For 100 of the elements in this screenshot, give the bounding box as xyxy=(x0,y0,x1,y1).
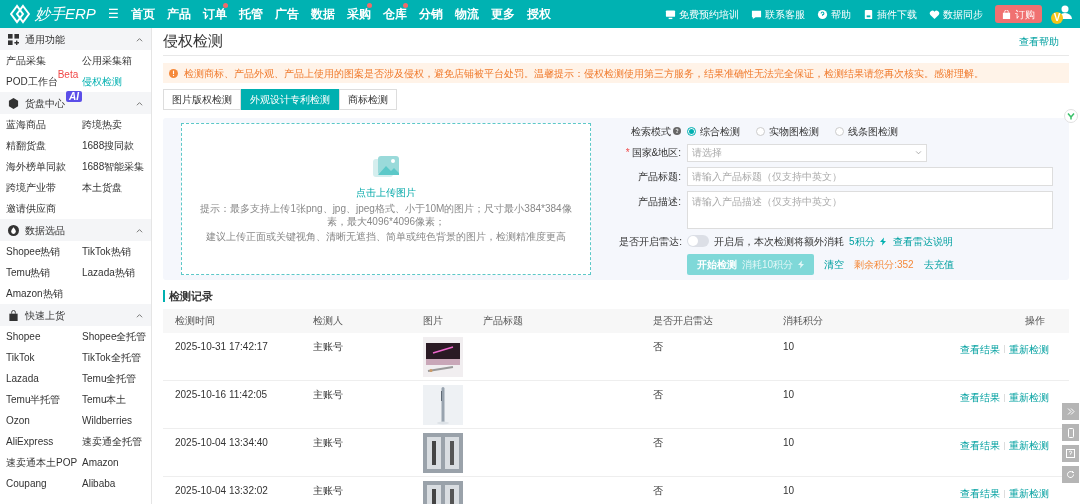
sidebar-link[interactable]: Temu全托管 xyxy=(82,371,137,386)
feedback-button[interactable] xyxy=(1062,445,1079,462)
required-mark: * xyxy=(625,146,630,160)
table-cell: 10 xyxy=(783,340,795,352)
sidebar-link[interactable]: Temu热销 xyxy=(6,265,51,280)
section-title: 检测记录 xyxy=(169,289,213,304)
lightning-icon xyxy=(798,259,805,269)
sidebar-link[interactable]: 海外榜单同款 xyxy=(6,159,66,174)
radio-label[interactable]: 实物图检测 xyxy=(769,123,819,139)
ai-label: AI xyxy=(66,90,82,102)
radar-toggle[interactable] xyxy=(687,235,709,247)
sidebar-link[interactable]: Lazada热销 xyxy=(82,265,135,280)
table-cell: 10 xyxy=(783,389,795,400)
upload-hint: 建议上传正面或关键视角、清晰无遮挡、简单或纯色背景的图片，检测精准度更高 xyxy=(206,230,566,243)
form-label: 产品描述: xyxy=(638,194,681,209)
plugin-icon xyxy=(863,8,874,20)
description-field[interactable]: 请输入产品描述（仅支持中英文） xyxy=(687,190,1053,229)
sidebar-link[interactable]: POD工作台 xyxy=(6,74,58,89)
sidebar-link[interactable]: Amazon热销 xyxy=(6,286,63,301)
sidebar-link[interactable]: Wildberries xyxy=(82,413,132,428)
upload-area[interactable]: 点击上传图片 提示：最多支持上传1张png、jpg、jpeg格式、小于10M的图片；尺寸最小384*384像素，最大4096*4096像素； 建议上传正面或关键视角、清晰无遮挡、简单或纯色背景的图片，检测精准度更高 xyxy=(181,123,591,275)
title-field[interactable]: 请输入产品标题（仅支持中英文） xyxy=(687,166,1053,186)
section-title: 快速上货 xyxy=(25,309,65,321)
sidebar-link[interactable]: 速卖通全托管 xyxy=(82,434,142,449)
collapse-panel-button[interactable] xyxy=(1062,403,1079,420)
sidebar-link[interactable]: Shopee xyxy=(6,329,41,344)
sidebar-link[interactable]: 蓝海商品 xyxy=(6,117,46,132)
image-icon xyxy=(372,155,400,179)
sidebar-link[interactable]: 产品采集 xyxy=(6,53,46,68)
refresh-icon xyxy=(1066,470,1075,479)
collapse-icon[interactable] xyxy=(136,100,143,106)
sidebar-link[interactable]: Temu本土 xyxy=(82,392,127,407)
sidebar-link[interactable]: Coupang xyxy=(6,476,47,491)
refresh-button[interactable] xyxy=(1062,466,1079,483)
form-label: 产品标题: xyxy=(638,169,681,184)
monitor-icon xyxy=(665,8,676,20)
sidebar-link[interactable]: 本土货盘 xyxy=(82,180,122,195)
sidebar-link[interactable]: TikTok全托管 xyxy=(82,350,141,365)
sidebar-link[interactable]: 速卖通本土POP xyxy=(6,455,78,470)
section-header[interactable]: 货盘中心 AI xyxy=(0,92,151,114)
sidebar-link[interactable]: AliExpress xyxy=(6,434,54,449)
sidebar-link[interactable]: 公用采集箱 xyxy=(82,53,132,68)
table-cell: 主账号 xyxy=(313,437,343,448)
beta-label: Beta xyxy=(57,70,79,80)
table-cell: 2025-10-04 13:34:40 xyxy=(175,437,268,448)
table-cell: 2025-10-16 11:42:05 xyxy=(175,389,268,400)
table-cell: 否 xyxy=(653,340,663,352)
table-cell: 否 xyxy=(653,485,663,496)
sidebar-link[interactable]: Alibaba xyxy=(82,476,116,491)
phone-icon xyxy=(1067,427,1074,438)
help-icon xyxy=(817,8,828,20)
radio-button[interactable] xyxy=(835,126,844,136)
column-header: 是否开启雷达 xyxy=(653,315,713,326)
collapse-icon[interactable] xyxy=(136,36,143,42)
section-title: 数据选品 xyxy=(25,224,65,236)
radar-note: 开启后，本次检测将额外消耗 xyxy=(714,234,844,249)
radio-label[interactable]: 综合检测 xyxy=(700,123,740,139)
sidebar-link[interactable]: 跨境产业带 xyxy=(6,180,56,195)
flame-icon xyxy=(8,224,19,236)
sidebar-link[interactable]: TikTok热销 xyxy=(82,244,131,259)
mobile-button[interactable] xyxy=(1062,424,1079,441)
section-header[interactable]: 数据选品 xyxy=(0,219,151,241)
table-cell: 10 xyxy=(783,485,795,496)
sidebar-link[interactable]: 跨境热卖 xyxy=(82,117,122,132)
radio-label[interactable]: 线条图检测 xyxy=(848,123,898,139)
section-title: 货盘中心 xyxy=(25,97,65,109)
sidebar-link[interactable]: Ozon xyxy=(6,413,30,428)
sidebar-link[interactable]: 1688搜同款 xyxy=(82,138,135,153)
lightning-icon xyxy=(879,236,886,246)
sidebar-link[interactable]: Amazon xyxy=(82,455,119,470)
sidebar-link[interactable]: 1688智能采集 xyxy=(82,159,145,174)
help-icon xyxy=(673,127,681,135)
table-cell: 否 xyxy=(653,437,663,448)
section-header[interactable]: 通用功能 xyxy=(0,28,151,50)
bag-icon xyxy=(8,309,19,321)
section-title: 通用功能 xyxy=(25,33,65,45)
sidebar-link[interactable]: Temu半托管 xyxy=(6,392,61,407)
column-header: 图片 xyxy=(423,315,443,326)
remaining-points: 剩余积分:352 xyxy=(854,257,914,272)
sidebar-link[interactable]: 邀请供应商 xyxy=(6,201,56,216)
collapse-icon[interactable] xyxy=(136,312,143,318)
sidebar-link[interactable]: TikTok xyxy=(6,350,35,365)
collapse-icon[interactable] xyxy=(136,227,143,233)
table-cell: 2025-10-31 17:42:17 xyxy=(175,340,268,352)
logo-icon xyxy=(10,4,30,24)
form-label: 是否开启雷达: xyxy=(619,234,682,249)
logo-text: 妙手ERP xyxy=(35,3,96,24)
section-header[interactable]: 快速上货 xyxy=(0,304,151,326)
assistant-icon[interactable] xyxy=(1064,109,1078,123)
column-header: 检测人 xyxy=(313,315,343,326)
upload-hint: 提示：最多支持上传1张png、jpg、jpeg格式、小于10M的图片；尺寸最小384*384像素，最大4096*4096像素； xyxy=(199,202,573,228)
sidebar-link[interactable]: Shopee全托管 xyxy=(82,329,147,344)
radio-button[interactable] xyxy=(756,126,765,136)
sidebar-link[interactable]: Lazada xyxy=(6,371,39,386)
sidebar-link[interactable]: Shopee热销 xyxy=(6,244,61,259)
table-cell: 主账号 xyxy=(313,340,343,352)
form-label: 检索模式 xyxy=(631,124,671,139)
tab[interactable]: 商标检测 xyxy=(339,89,397,110)
sidebar-link[interactable]: 精翻货盘 xyxy=(6,138,46,153)
tab[interactable]: 图片版权检测 xyxy=(163,89,241,110)
